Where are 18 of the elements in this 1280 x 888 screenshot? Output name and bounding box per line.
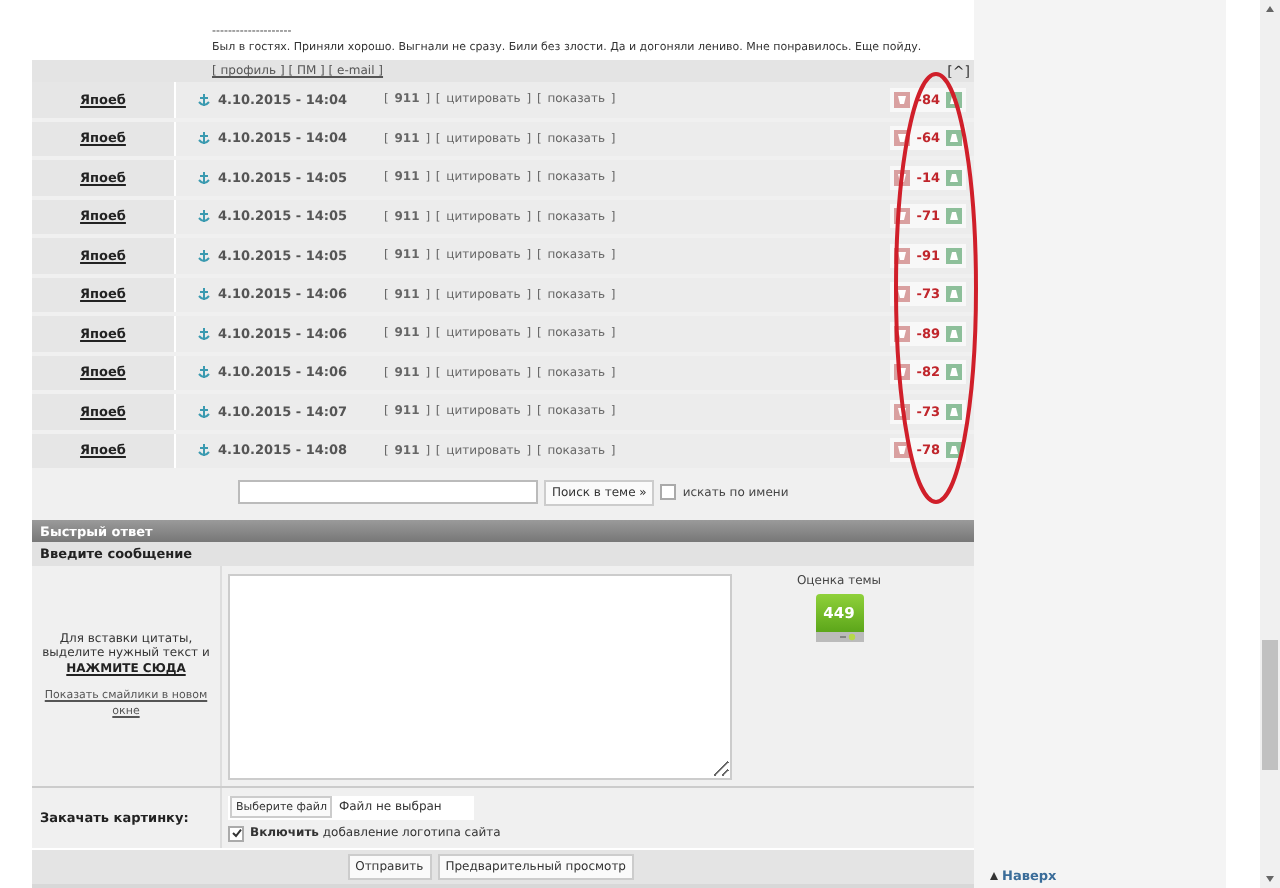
checkbox[interactable] <box>660 484 677 500</box>
anchor-icon[interactable] <box>196 169 212 186</box>
anchor-icon[interactable] <box>196 91 212 108</box>
checkmark-icon <box>231 828 241 838</box>
anchor-icon[interactable] <box>196 442 212 459</box>
anchor-icon[interactable] <box>196 325 212 342</box>
anchor-icon[interactable] <box>196 130 212 147</box>
search-field[interactable] <box>238 480 538 504</box>
vote-bar[interactable] <box>815 632 863 642</box>
message-field[interactable] <box>228 574 732 780</box>
anchor-icon[interactable] <box>196 286 212 303</box>
checkbox[interactable] <box>228 825 244 841</box>
anchor-icon[interactable] <box>196 403 212 420</box>
anchor-icon[interactable] <box>196 208 212 225</box>
anchor-icon[interactable] <box>196 364 212 381</box>
anchor-icon[interactable] <box>196 247 212 264</box>
scrollbar[interactable] <box>1260 0 1280 888</box>
up-arrow-icon <box>990 872 998 880</box>
